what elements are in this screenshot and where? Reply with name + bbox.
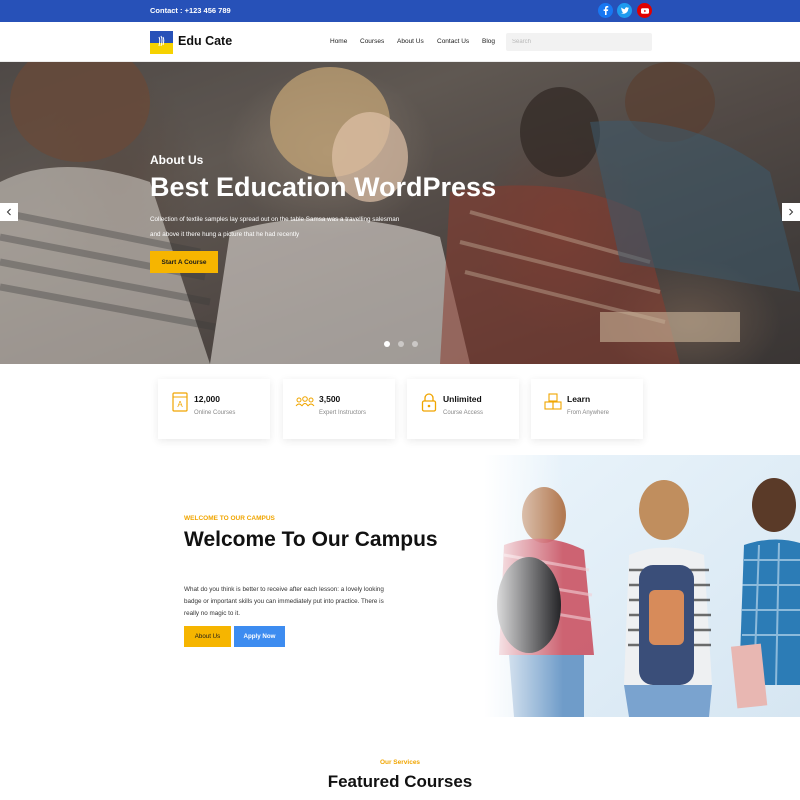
welcome-title: Welcome To Our Campus [184,528,438,551]
services-title: Featured Courses [327,772,473,791]
slider-dot-1[interactable] [384,341,390,347]
contact-text: Contact : +123 456 789 [150,6,231,15]
main-header: Edu Cate Home Courses About Us Contact U… [0,22,800,62]
search-input[interactable] [506,33,652,51]
chevron-right-icon [789,208,794,216]
nav-about-us[interactable]: About Us [397,38,424,45]
feature-value: Learn [567,394,591,404]
services-eyebrow: Our Services [379,759,421,766]
youtube-icon[interactable] [637,3,652,18]
users-icon [295,396,315,407]
start-course-button[interactable]: Start A Course [150,251,218,273]
feature-card-access: Unlimited Course Access [407,379,519,439]
hero-slider: About Us Best Education WordPress Collec… [0,62,800,364]
nav-home[interactable]: Home [330,38,347,45]
about-us-button[interactable]: About Us [184,626,231,647]
chevron-left-icon [6,208,11,216]
welcome-eyebrow: WELCOME TO OUR CAMPUS [184,515,275,522]
facebook-icon[interactable] [598,3,613,18]
feature-card-courses: A 12,000 Online Courses [158,379,270,439]
feature-card-instructors: 3,500 Expert Instructors [283,379,395,439]
boxes-icon [544,393,562,410]
feature-label: Expert Instructors [319,410,367,416]
feature-card-anywhere: Learn From Anywhere [531,379,643,439]
hero-background-image [0,62,800,364]
slider-dot-2[interactable] [398,341,404,347]
nav-contact-us[interactable]: Contact Us [437,38,469,45]
feature-value: 12,000 [194,394,220,404]
logo-icon[interactable] [150,31,173,54]
feature-label: From Anywhere [567,410,610,416]
apply-now-button[interactable]: Apply Now [234,626,285,647]
hero-description: Collection of textile samples lay spread… [150,216,400,238]
campus-students-image [484,455,800,717]
twitter-icon[interactable] [617,3,632,18]
welcome-description: What do you think is better to receive a… [184,586,384,617]
slider-prev-button[interactable] [0,203,18,221]
lock-icon [421,393,437,412]
feature-value: 3,500 [319,394,341,404]
feature-label: Course Access [443,410,484,416]
svg-text:A: A [177,400,183,409]
logo-text[interactable]: Edu Cate [178,34,232,48]
hero-title: Best Education WordPress [150,172,497,202]
top-bar: Contact : +123 456 789 [0,0,800,22]
slider-next-button[interactable] [782,203,800,221]
book-icon: A [172,392,188,412]
nav-courses[interactable]: Courses [360,38,384,45]
slider-dot-3[interactable] [412,341,418,347]
feature-value: Unlimited [443,394,482,404]
page: Contact : +123 456 789 Edu Cate Home Cou… [0,0,800,800]
hero-subtitle: About Us [150,153,204,167]
feature-label: Online Courses [194,410,236,416]
nav-blog[interactable]: Blog [482,38,495,45]
